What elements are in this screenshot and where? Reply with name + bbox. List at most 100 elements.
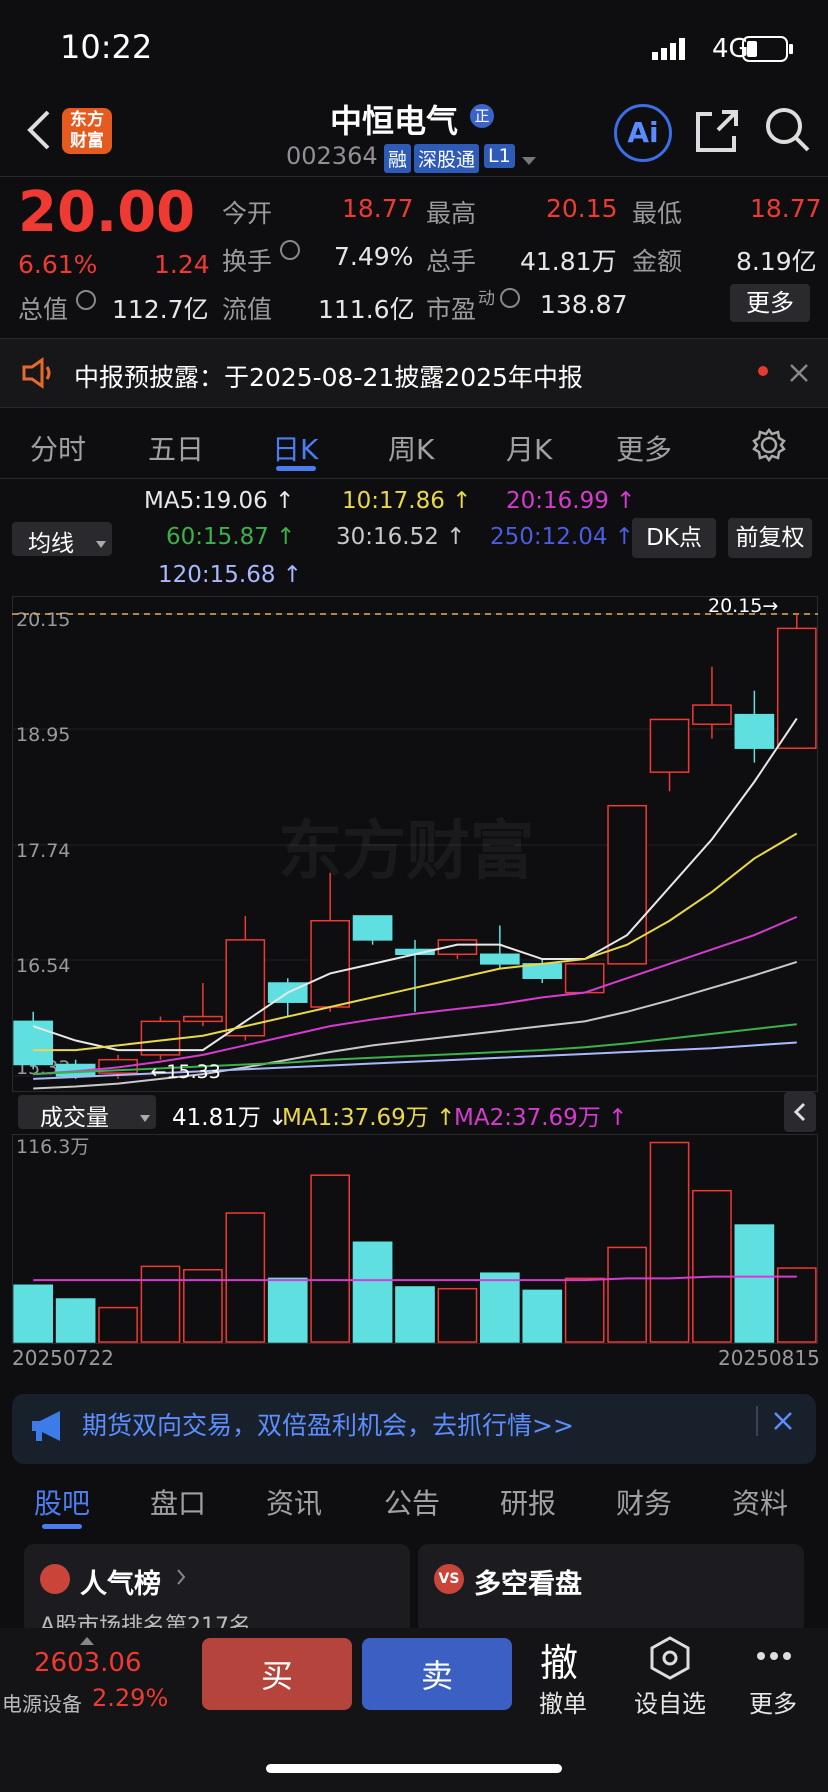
- sector-change: 2.29%: [92, 1684, 169, 1712]
- chevron-down-icon: [140, 1108, 150, 1127]
- volume-bar: [776, 1267, 817, 1343]
- y-tick-label: 17.74: [16, 840, 70, 862]
- info-icon[interactable]: [76, 290, 96, 310]
- tab-announcements[interactable]: 公告: [384, 1482, 440, 1522]
- volume-selector-label: 成交量: [40, 1105, 109, 1131]
- amount-value: 8.19亿: [736, 247, 817, 276]
- pe-value: 138.87: [540, 290, 628, 319]
- ad-text[interactable]: 期货双向交易，双倍盈利机会，去抓行情>>: [82, 1406, 574, 1442]
- ma-selector-label: 均线: [28, 531, 74, 557]
- more-icon[interactable]: [756, 1646, 792, 1665]
- volume-bar: [437, 1287, 478, 1343]
- tab-daily-k[interactable]: 日K: [272, 428, 318, 468]
- candle: [352, 915, 393, 941]
- change-percent: 6.61%: [18, 250, 98, 279]
- turnover-value: 7.49%: [334, 242, 414, 271]
- dk-point-button[interactable]: DK点: [632, 518, 716, 558]
- sell-button[interactable]: 卖: [362, 1638, 512, 1710]
- volume-bar: [564, 1277, 605, 1343]
- signal-icon: [652, 38, 688, 64]
- current-price: 20.00: [18, 180, 196, 245]
- low-label: 最低: [632, 199, 683, 228]
- tab-weekly-k[interactable]: 周K: [388, 428, 434, 468]
- open-label: 今开: [222, 199, 273, 228]
- speaker-icon: [20, 356, 56, 394]
- add-watchlist-icon[interactable]: [648, 1636, 692, 1684]
- tab-research[interactable]: 研报: [500, 1482, 556, 1522]
- close-icon[interactable]: [772, 1410, 794, 1436]
- tab-profile[interactable]: 资料: [732, 1482, 788, 1522]
- market-cap-value: 112.7亿: [112, 295, 209, 324]
- tab-forum[interactable]: 股吧: [34, 1482, 90, 1522]
- volume-bar: [267, 1277, 308, 1343]
- ma10-label: 10:17.86 ↑: [342, 488, 472, 514]
- collapse-panel-button[interactable]: [784, 1092, 816, 1132]
- volume-bar: [140, 1265, 181, 1343]
- volume-bar: [607, 1246, 647, 1343]
- tab-more[interactable]: 更多: [616, 428, 672, 468]
- divider: [0, 478, 828, 479]
- close-icon[interactable]: [788, 362, 810, 388]
- start-date: 20250722: [12, 1346, 114, 1370]
- volume-ma1: MA1:37.69万 ↑: [282, 1105, 456, 1131]
- info-icon[interactable]: [500, 288, 520, 308]
- sector-index-value[interactable]: 2603.06: [34, 1648, 142, 1678]
- tab-financials[interactable]: 财务: [616, 1482, 672, 1522]
- info-icon[interactable]: [280, 240, 300, 260]
- active-tab-indicator: [42, 1524, 82, 1529]
- popularity-title: 人气榜: [80, 1569, 161, 1600]
- pe-sup: 动: [478, 289, 495, 309]
- divider: [756, 1406, 758, 1436]
- candle: [183, 1015, 223, 1023]
- adjust-button[interactable]: 前复权: [728, 518, 812, 558]
- verified-badge: 正: [470, 104, 494, 128]
- volume-bar: [395, 1286, 435, 1343]
- low-marker-label: ←15.33: [150, 1061, 220, 1083]
- high-marker-label: 20.15→: [708, 596, 778, 617]
- add-watchlist-label[interactable]: 设自选: [625, 1684, 715, 1719]
- tab-news[interactable]: 资讯: [266, 1482, 322, 1522]
- connect-tag: 深股通: [414, 144, 480, 173]
- margin-tag: 融: [384, 144, 412, 173]
- ranking-icon: [40, 1564, 70, 1594]
- ai-button[interactable]: Ai: [614, 104, 672, 162]
- ma30-label: 30:16.52 ↑: [336, 524, 466, 550]
- chart-watermark: 东方财富: [278, 815, 534, 889]
- high-value: 20.15: [546, 194, 618, 223]
- settings-icon[interactable]: [752, 427, 786, 466]
- y-tick-label: 18.95: [16, 724, 70, 746]
- back-icon[interactable]: [24, 108, 54, 156]
- tab-order-book[interactable]: 盘口: [150, 1482, 206, 1522]
- candle: [13, 1020, 54, 1066]
- pe-label: 市盈: [426, 295, 477, 324]
- search-icon[interactable]: [764, 106, 812, 158]
- cancel-order-label[interactable]: 撤单: [518, 1684, 608, 1719]
- ma120-label: 120:15.68 ↑: [158, 562, 303, 588]
- volume-bar: [98, 1306, 138, 1343]
- status-time: 10:22: [60, 28, 153, 66]
- sector-name: 电源设备: [2, 1692, 82, 1716]
- chevron-down-icon[interactable]: [522, 152, 536, 171]
- volume-chart[interactable]: [12, 1134, 818, 1344]
- notice-text[interactable]: 中报预披露：于2025-08-21披露2025年中报: [74, 358, 583, 394]
- volume-bar: [692, 1189, 732, 1343]
- tab-intraday[interactable]: 分时: [30, 428, 86, 468]
- volume-max-label: 116.3万: [16, 1136, 90, 1158]
- volume-ma2: MA2:37.69万 ↑: [454, 1105, 628, 1131]
- y-tick-label: 16.54: [16, 955, 70, 977]
- active-tab-indicator: [276, 466, 316, 471]
- candle: [692, 704, 732, 725]
- tab-monthly-k[interactable]: 月K: [506, 428, 552, 468]
- tab-five-day[interactable]: 五日: [148, 428, 204, 468]
- volume-label: 总手: [426, 247, 477, 276]
- more-quote-button[interactable]: 更多: [730, 284, 810, 322]
- chevron-down-icon: [96, 534, 106, 553]
- divider: [0, 176, 828, 177]
- chevron-up-icon[interactable]: [80, 1630, 94, 1649]
- share-icon[interactable]: [694, 108, 740, 158]
- more-label[interactable]: 更多: [728, 1684, 818, 1719]
- ma5-label: MA5:19.06 ↑: [144, 488, 295, 514]
- chevron-right-icon: [176, 1568, 186, 1590]
- buy-button[interactable]: 买: [202, 1638, 352, 1710]
- cancel-icon[interactable]: 撤: [540, 1632, 578, 1687]
